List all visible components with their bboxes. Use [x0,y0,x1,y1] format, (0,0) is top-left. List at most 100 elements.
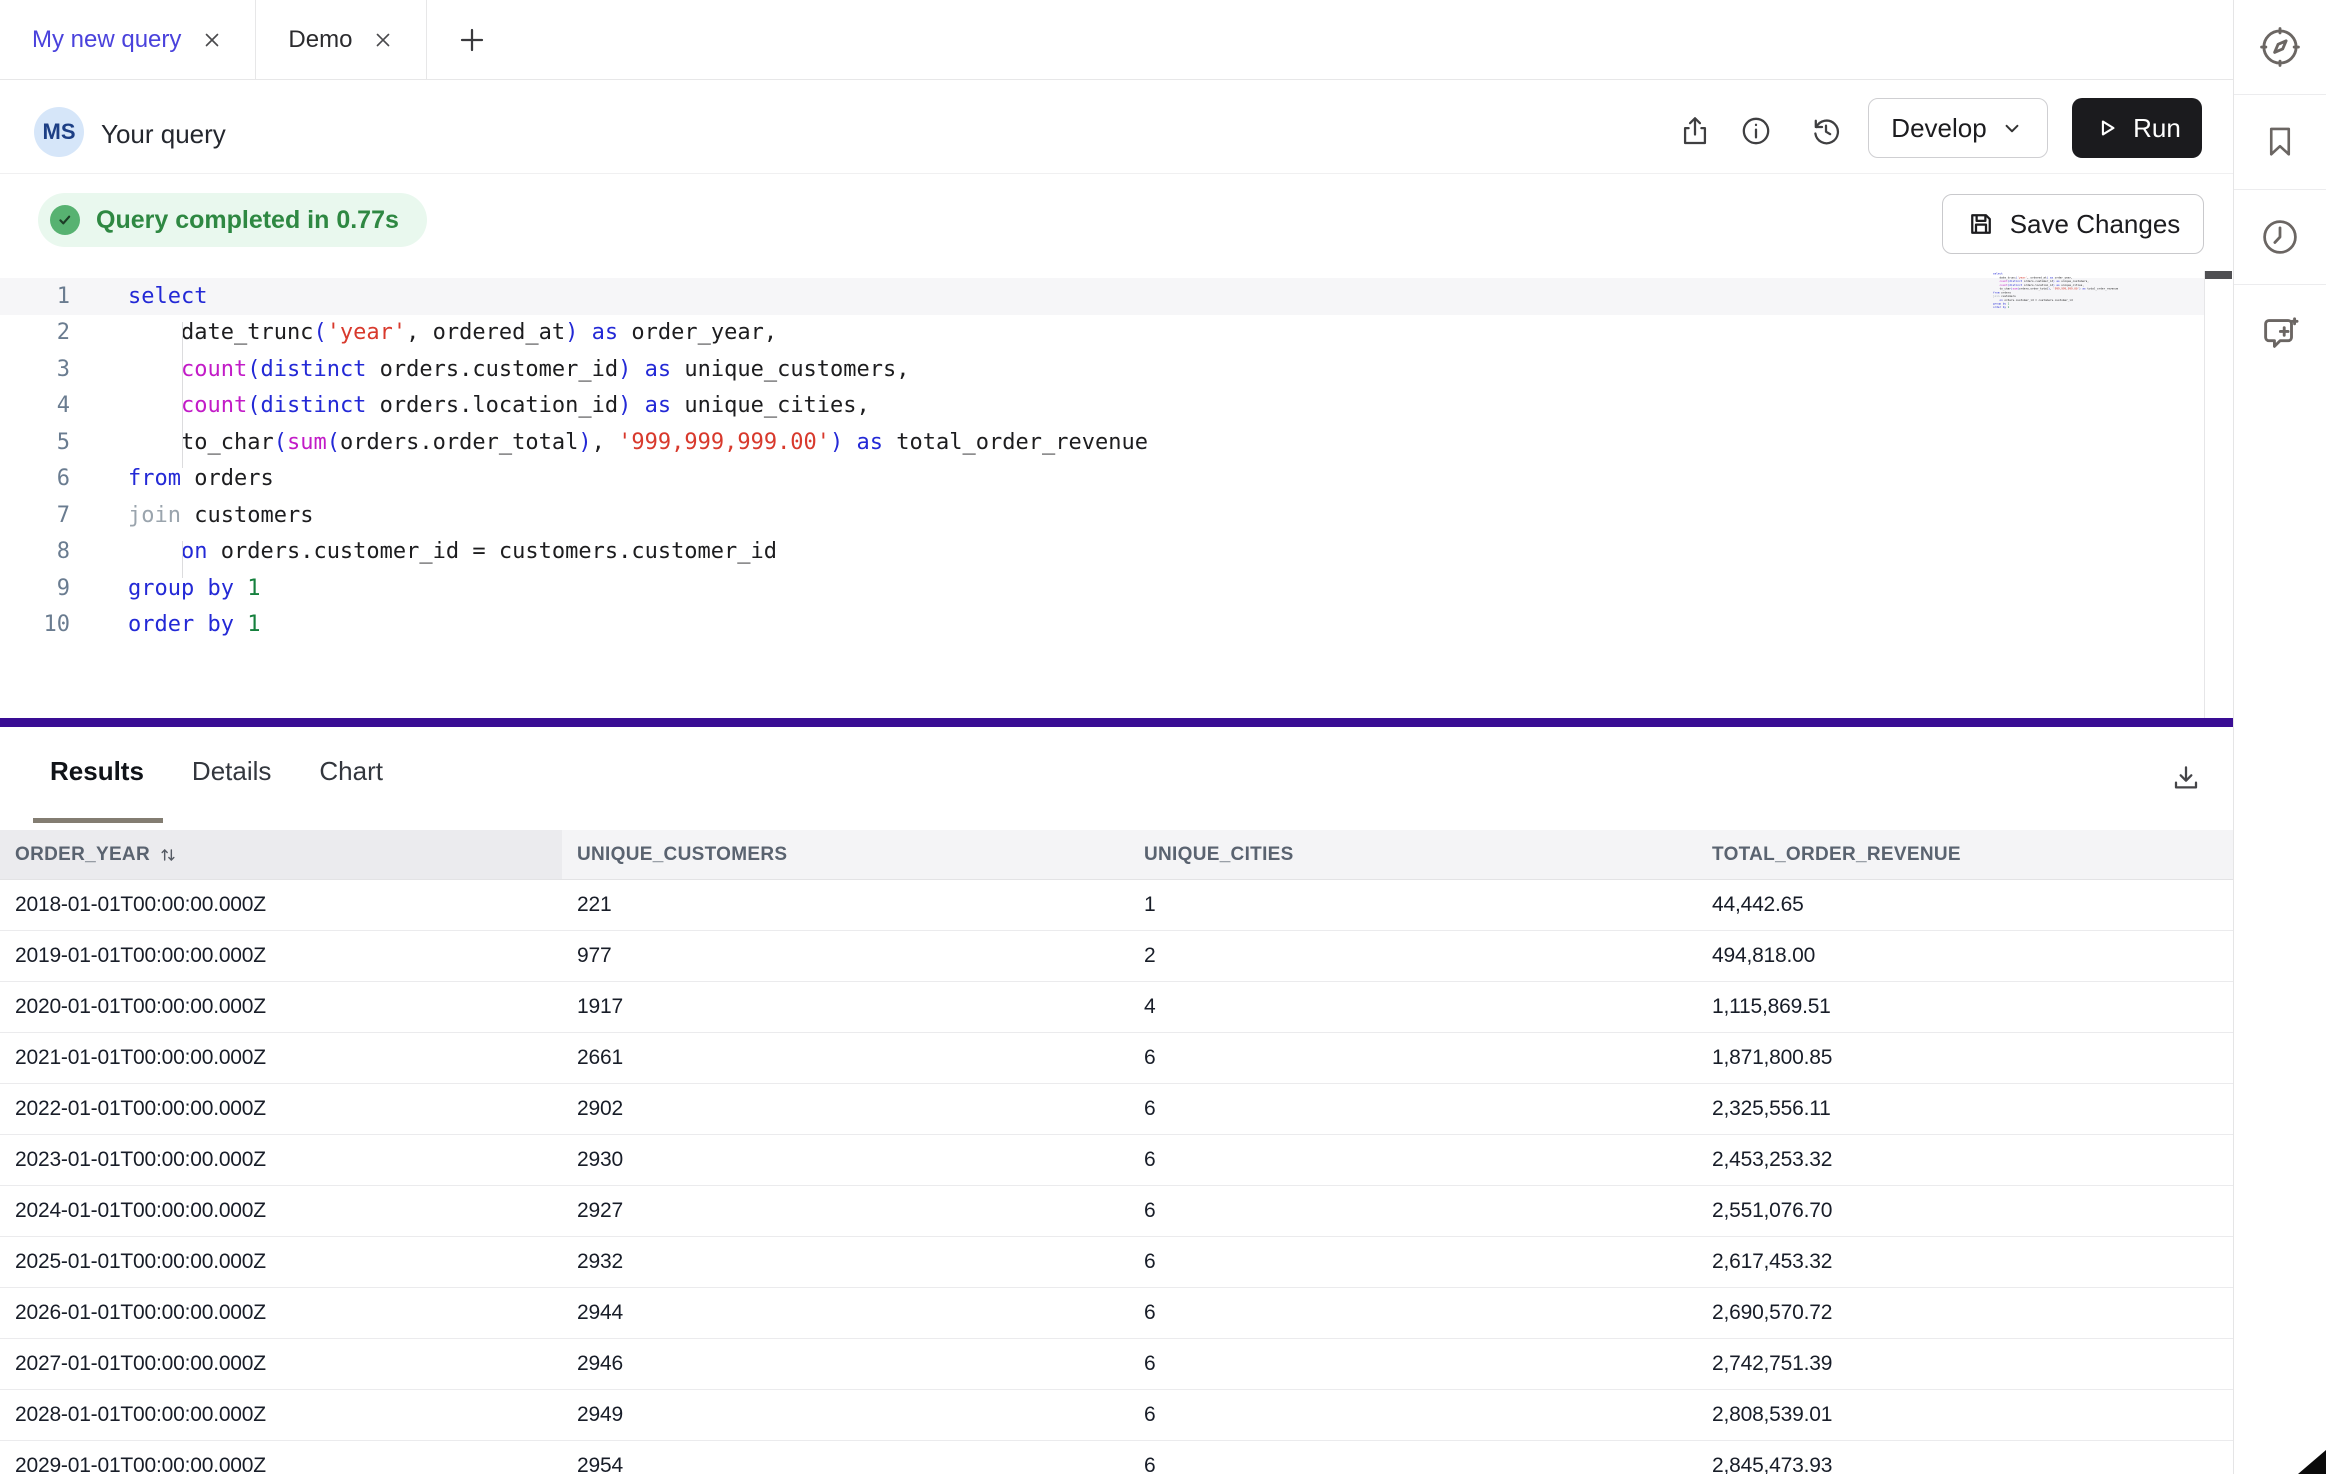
code-lines: 1select2 date_trunc('year', ordered_at) … [0,278,2204,643]
column-header-total_order_revenue[interactable]: TOTAL_ORDER_REVENUE [1712,844,1961,866]
table-cell: 1,115,869.51 [1712,995,1831,1019]
table-cell: 2927 [577,1199,623,1223]
table-cell: 2946 [577,1352,623,1376]
panel-resize-divider[interactable] [0,718,2233,727]
table-cell: 2027-01-01T00:00:00.000Z [15,1352,266,1376]
results-tab-bar: Results Details Chart [50,756,383,787]
ai-assistant-icon [2257,310,2303,356]
table-cell: 6 [1144,1097,1155,1121]
query-status-badge: Query completed in 0.77s [38,193,427,247]
table-cell: 2026-01-01T00:00:00.000Z [15,1301,266,1325]
plus-icon [457,25,487,55]
code-line: 6from orders [0,461,2204,498]
line-number: 6 [0,466,70,491]
table-cell: 6 [1144,1148,1155,1172]
editor-minimap[interactable]: select date_trunc('year', ordered_at) as… [1993,272,2143,322]
table-cell: 1 [1144,893,1155,917]
sort-icon[interactable] [158,845,178,865]
query-tab-my-new-query[interactable]: My new query [0,0,256,79]
code-line: 3 count(distinct orders.customer_id) as … [0,351,2204,388]
results-tab-chart[interactable]: Chart [319,756,383,787]
table-cell: 2029-01-01T00:00:00.000Z [15,1454,266,1474]
results-tab-results[interactable]: Results [50,756,144,787]
download-results-button[interactable] [2170,762,2202,794]
table-cell: 44,442.65 [1712,893,1804,917]
table-cell: 1,871,800.85 [1712,1046,1832,1070]
table-row[interactable]: 2025-01-01T00:00:00.000Z293262,617,453.3… [0,1237,2233,1288]
indent-guide [182,541,183,578]
table-row[interactable]: 2024-01-01T00:00:00.000Z292762,551,076.7… [0,1186,2233,1237]
table-cell: 6 [1144,1352,1155,1376]
table-row[interactable]: 2026-01-01T00:00:00.000Z294462,690,570.7… [0,1288,2233,1339]
sidebar-button-compass[interactable] [2234,0,2326,95]
table-cell: 6 [1144,1046,1155,1070]
table-row[interactable]: 2023-01-01T00:00:00.000Z293062,453,253.3… [0,1135,2233,1186]
sidebar-button-bookmark[interactable] [2234,95,2326,190]
close-icon[interactable] [372,29,394,51]
table-row[interactable]: 2022-01-01T00:00:00.000Z290262,325,556.1… [0,1084,2233,1135]
table-cell: 2020-01-01T00:00:00.000Z [15,995,266,1019]
line-number: 4 [0,393,70,418]
line-number: 2 [0,320,70,345]
clock-icon [2258,215,2302,259]
indent-guide [182,322,183,468]
code-line: 7join customers [0,497,2204,534]
results-tab-details[interactable]: Details [192,756,271,787]
table-cell: 2,690,570.72 [1712,1301,1832,1325]
sql-editor-app: { "tabs": { "items": [ { "label": "My ne… [0,0,2326,1474]
query-status-text: Query completed in 0.77s [96,206,399,235]
table-cell: 2661 [577,1046,623,1070]
close-icon[interactable] [201,29,223,51]
run-button-label: Run [2133,113,2181,144]
table-cell: 2024-01-01T00:00:00.000Z [15,1199,266,1223]
table-row[interactable]: 2018-01-01T00:00:00.000Z221144,442.65 [0,880,2233,931]
mouse-cursor [2298,1450,2326,1474]
table-cell: 2019-01-01T00:00:00.000Z [15,944,266,968]
column-header-order_year[interactable]: ORDER_YEAR [15,844,178,866]
save-changes-label: Save Changes [2010,209,2181,240]
sidebar-button-ai-assistant[interactable] [2234,285,2326,380]
table-row[interactable]: 2019-01-01T00:00:00.000Z9772494,818.00 [0,931,2233,982]
results-table-header: ORDER_YEAR UNIQUE_CUSTOMERS UNIQUE_CITIES T… [0,830,2233,880]
compass-icon [2257,24,2303,70]
run-button[interactable]: Run [2072,98,2202,158]
info-icon[interactable] [1739,114,1773,148]
code-line: 9group by 1 [0,570,2204,607]
column-header-unique_cities[interactable]: UNIQUE_CITIES [1144,844,1294,866]
history-icon[interactable] [1809,114,1843,148]
table-row[interactable]: 2020-01-01T00:00:00.000Z191741,115,869.5… [0,982,2233,1033]
save-changes-button[interactable]: Save Changes [1942,194,2204,254]
table-row[interactable]: 2021-01-01T00:00:00.000Z266161,871,800.8… [0,1033,2233,1084]
table-cell: 221 [577,893,611,917]
table-cell: 2028-01-01T00:00:00.000Z [15,1403,266,1427]
code-line: 2 date_trunc('year', ordered_at) as orde… [0,315,2204,352]
line-number: 9 [0,576,70,601]
table-cell: 6 [1144,1454,1155,1474]
table-row[interactable]: 2029-01-01T00:00:00.000Z295462,845,473.9… [0,1441,2233,1474]
save-icon [1966,209,1996,239]
check-icon [50,205,80,235]
table-row[interactable]: 2028-01-01T00:00:00.000Z294962,808,539.0… [0,1390,2233,1441]
table-cell: 977 [577,944,611,968]
sidebar-button-clock[interactable] [2234,190,2326,285]
new-tab-button[interactable] [427,0,517,79]
table-row[interactable]: 2027-01-01T00:00:00.000Z 2946 6 2,742,751.3… [0,1339,2233,1390]
develop-button[interactable]: Develop [1868,98,2048,158]
line-number: 10 [0,612,70,637]
code-line: 8 on orders.customer_id = customers.cust… [0,534,2204,571]
share-icon[interactable] [1678,114,1712,148]
line-number: 8 [0,539,70,564]
table-cell: 1917 [577,995,623,1019]
active-tab-underline [33,818,163,823]
sql-code-editor[interactable]: 1select2 date_trunc('year', ordered_at) … [0,271,2204,718]
table-cell: 2,325,556.11 [1712,1097,1831,1121]
download-icon [2170,762,2202,794]
avatar: MS [34,107,84,157]
query-tab-demo[interactable]: Demo [256,0,427,79]
column-header-unique_customers[interactable]: UNIQUE_CUSTOMERS [577,844,787,866]
table-cell: 2025-01-01T00:00:00.000Z [15,1250,266,1274]
editor-scrollbar-thumb[interactable] [2205,271,2232,279]
table-cell: 2,742,751.39 [1712,1352,1832,1376]
table-cell: 6 [1144,1403,1155,1427]
table-cell: 2949 [577,1403,623,1427]
